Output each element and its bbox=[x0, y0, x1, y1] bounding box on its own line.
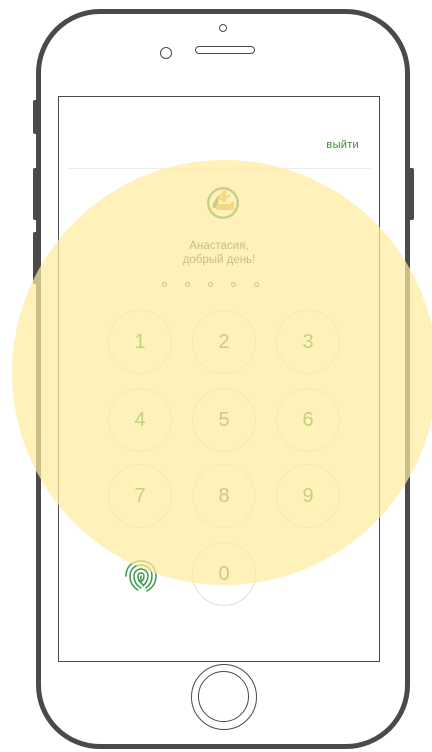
home-button[interactable] bbox=[191, 664, 257, 730]
pin-indicator bbox=[162, 282, 259, 287]
keypad-key-7[interactable]: 7 bbox=[108, 464, 172, 528]
greeting-salutation: добрый день! bbox=[182, 254, 256, 266]
bank-logo-icon bbox=[205, 185, 241, 221]
header-divider bbox=[67, 168, 371, 169]
keypad-key-3[interactable]: 3 bbox=[276, 310, 340, 374]
pin-dot bbox=[208, 282, 213, 287]
fingerprint-icon[interactable] bbox=[122, 557, 160, 595]
front-camera bbox=[219, 24, 227, 32]
pin-dot bbox=[254, 282, 259, 287]
earpiece-speaker bbox=[195, 46, 255, 54]
keypad-key-8[interactable]: 8 bbox=[192, 464, 256, 528]
keypad-key-0[interactable]: 0 bbox=[192, 542, 256, 606]
pin-dot bbox=[185, 282, 190, 287]
greeting-text: Анастасия, добрый день! bbox=[59, 239, 379, 267]
app-screen: выйти Анастасия, добрый день! 1 2 3 4 5 … bbox=[58, 96, 380, 662]
exit-button[interactable]: выйти bbox=[326, 139, 359, 151]
side-button-mute bbox=[33, 100, 39, 134]
keypad-key-9[interactable]: 9 bbox=[276, 464, 340, 528]
home-button-ring bbox=[198, 671, 249, 722]
keypad-key-4[interactable]: 4 bbox=[108, 388, 172, 452]
keypad-key-5[interactable]: 5 bbox=[192, 388, 256, 452]
side-button-volume-down bbox=[33, 232, 39, 284]
keypad-key-1[interactable]: 1 bbox=[108, 310, 172, 374]
greeting-name: Анастасия, bbox=[189, 240, 249, 252]
pin-dot bbox=[231, 282, 236, 287]
keypad-key-6[interactable]: 6 bbox=[276, 388, 340, 452]
proximity-sensor bbox=[160, 47, 172, 59]
side-button-power bbox=[408, 168, 414, 220]
pin-dot bbox=[162, 282, 167, 287]
side-button-volume-up bbox=[33, 168, 39, 220]
keypad-key-2[interactable]: 2 bbox=[192, 310, 256, 374]
